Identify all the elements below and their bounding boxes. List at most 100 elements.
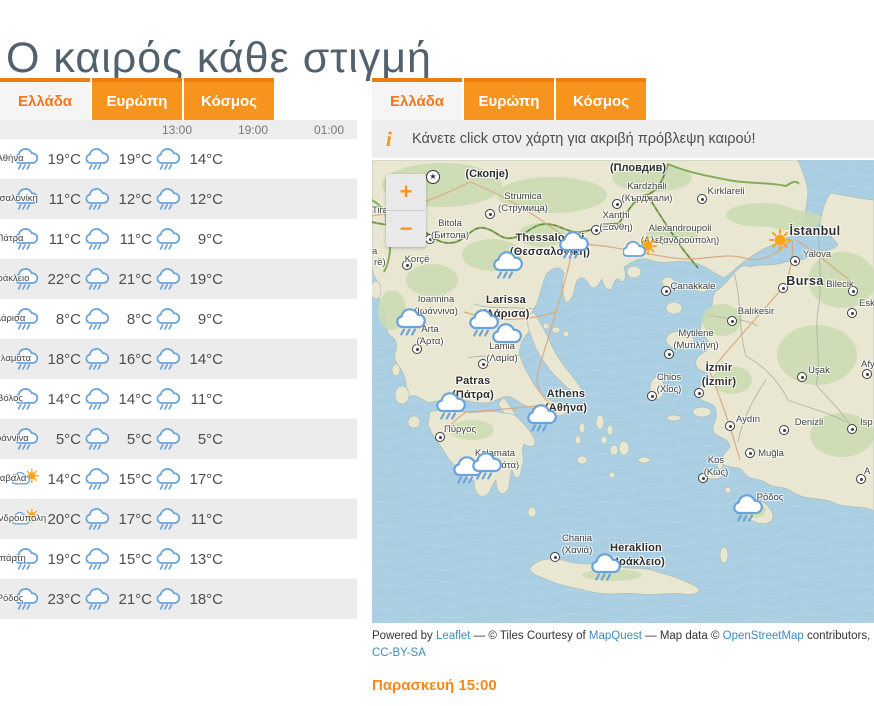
rain-icon[interactable] (469, 451, 503, 481)
map-city-label: rë) (374, 257, 386, 268)
rain-icon (154, 267, 181, 291)
rain-icon[interactable] (556, 230, 590, 260)
map-city-label: (Пловдив) (609, 162, 667, 174)
forecast-cell: 5°C (81, 427, 152, 451)
temperature: 22°C (47, 270, 81, 288)
rain-icon[interactable] (433, 391, 467, 421)
temperature: 11°C (119, 230, 152, 248)
rain-icon (83, 587, 110, 611)
rain-icon (83, 187, 110, 211)
forecast-cell: 19°C (152, 267, 223, 291)
temperature: 18°C (47, 350, 81, 368)
attribution-text: contributors, (803, 630, 871, 642)
temperature: 14°C (47, 470, 81, 488)
town-marker-icon (612, 199, 622, 209)
map-city-label: Kos (Κως) (703, 455, 729, 478)
map-city-label: Çanakkale (670, 281, 716, 292)
rain-icon (154, 387, 181, 411)
temperature: 21°C (118, 270, 152, 288)
temperature: 14°C (47, 390, 81, 408)
map-city-label: Kırklareli (707, 186, 745, 197)
temperature: 8°C (55, 310, 81, 328)
map-hint-text: Κάνετε click στον χάρτη για ακριβή πρόβλ… (412, 131, 756, 147)
temperature: 5°C (126, 430, 152, 448)
rain-icon (83, 347, 110, 371)
map-city-label: Muğla (758, 448, 784, 459)
town-marker-icon (797, 372, 807, 382)
attribution-link[interactable]: Leaflet (436, 630, 471, 642)
map-city-label: Bitola (Битола) (430, 218, 470, 241)
forecast-cell: 21°C (81, 267, 152, 291)
zoom-in-button[interactable]: + (386, 174, 426, 210)
rain-icon (83, 547, 110, 571)
time-column-header: 01:00 (313, 122, 344, 137)
cloud-icon[interactable] (489, 322, 523, 352)
rain-icon[interactable] (524, 403, 558, 433)
map-city-label: Balıkesir (737, 306, 775, 317)
temperature: 5°C (197, 430, 223, 448)
tab-right-0[interactable]: Ελλάδα (372, 78, 462, 120)
table-row: Σπάρτη 19°C 15°C 13°C (0, 539, 357, 579)
tab-right-1[interactable]: Ευρώπη (464, 78, 554, 120)
forecast-rows: Αθήνα 19°C 19°C 14°C Θεσσαλονίκη 11°C 12°C 12°C… (0, 139, 357, 619)
forecast-cell: 5°C (152, 427, 223, 451)
rain-icon[interactable] (588, 552, 622, 582)
forecast-cell: 17°C (81, 507, 152, 531)
forecast-tabs: Ελλάδα Ευρώπη Κόσμος (0, 78, 357, 120)
table-row: Πάτρα 11°C 11°C 9°C (0, 219, 357, 259)
town-marker-icon (847, 308, 857, 318)
attribution-link[interactable]: CC-BY-SA (372, 647, 426, 659)
town-marker-icon (727, 316, 737, 326)
city-name: Καλαμάτα (0, 353, 31, 365)
attribution-link[interactable]: MapQuest (589, 630, 642, 642)
table-row: Ιωάννινα 5°C 5°C 5°C (0, 419, 357, 459)
city-name: Αλεξανδρούπολη (0, 513, 47, 525)
tab-right-2[interactable]: Κόσμος (556, 78, 646, 120)
weather-map[interactable]: (Скопје) ★ Strumica (Струмица) Bitola (Битола… (372, 160, 874, 623)
table-row: Καβάλα 14°C 15°C 17°C (0, 459, 357, 499)
map-city-label: İzmir (İzmir) (701, 362, 737, 388)
attribution-link[interactable]: OpenStreetMap (723, 630, 804, 642)
tab-left-2[interactable]: Κόσμος (184, 78, 274, 120)
town-marker-icon (847, 424, 857, 434)
map-city-label: İstanbul (789, 224, 841, 238)
forecast-cell: 21°C (81, 587, 152, 611)
town-marker-icon (485, 209, 495, 219)
forecast-timestamp: Παρασκευή 15:00 (372, 677, 497, 695)
forecast-cell: 11°C (81, 227, 152, 251)
rain-icon (83, 387, 110, 411)
forecast-cell: 11°C (152, 387, 223, 411)
cloud-sun-icon[interactable] (623, 235, 657, 265)
city-name: Πάτρα (0, 233, 24, 245)
temperature: 18°C (189, 590, 223, 608)
map-zoom-control: + − (386, 174, 426, 247)
city-name: Ηράκλειο (0, 273, 30, 285)
rain-icon (83, 427, 110, 451)
rain-icon[interactable] (730, 493, 764, 523)
rain-icon[interactable] (393, 307, 427, 337)
sun-icon[interactable] (765, 227, 795, 253)
temperature: 19°C (47, 150, 81, 168)
map-city-label: Uşak (808, 365, 830, 376)
tab-left-1[interactable]: Ευρώπη (92, 78, 182, 120)
rain-icon (154, 467, 181, 491)
rain-icon (154, 307, 181, 331)
rain-icon[interactable] (490, 250, 524, 280)
city-name: Ρόδος (0, 593, 24, 605)
tab-left-0[interactable]: Ελλάδα (0, 78, 90, 120)
temperature: 12°C (118, 190, 152, 208)
map-city-label: Esk (859, 298, 874, 309)
rain-icon (83, 227, 110, 251)
rain-icon (154, 187, 181, 211)
table-row: Καλαμάτα 18°C 16°C 14°C (0, 339, 357, 379)
temperature: 14°C (189, 350, 223, 368)
temperature: 17°C (189, 470, 223, 488)
temperature: 19°C (189, 270, 223, 288)
zoom-out-button[interactable]: − (386, 210, 426, 247)
map-panel: Ελλάδα Ευρώπη Κόσμος i Κάνετε click στον χ… (372, 78, 874, 694)
temperature: 14°C (189, 150, 223, 168)
city-name: Βόλος (0, 393, 23, 405)
temperature: 5°C (55, 430, 81, 448)
table-row: Βόλος 14°C 14°C 11°C (0, 379, 357, 419)
info-icon: i (386, 126, 392, 151)
